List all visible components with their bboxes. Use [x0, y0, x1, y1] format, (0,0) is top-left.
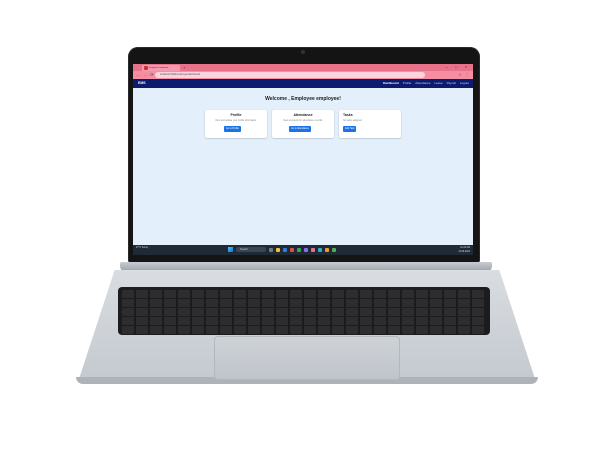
nav-payroll[interactable]: Payroll — [447, 79, 456, 88]
clock-date: 11-09-2024 — [458, 251, 470, 253]
nav-dashboard[interactable]: Dashboard — [383, 79, 399, 88]
app-navbar: EMS Dashboard Profile Attendance Leave P… — [133, 79, 473, 88]
app-brand[interactable]: EMS — [138, 79, 146, 88]
card-text: View and update your profile information… — [215, 120, 257, 122]
app-icon[interactable] — [332, 247, 336, 252]
file-explorer-icon[interactable] — [276, 247, 280, 252]
nav-leave[interactable]: Leave — [434, 79, 442, 88]
weather-temp: 27°C — [136, 247, 142, 249]
profile-card: Profile View and update your profile inf… — [205, 110, 267, 138]
edge-icon[interactable] — [283, 247, 287, 252]
nav-attendance[interactable]: Attendance — [415, 79, 430, 88]
weather-condition: Sunny — [141, 247, 149, 249]
card-text: View and apply for attendance records. — [283, 120, 323, 122]
favicon-icon — [144, 66, 148, 70]
keyboard — [118, 287, 490, 335]
nav-profile[interactable]: Profile — [403, 79, 412, 88]
key-row — [122, 290, 486, 298]
url-field[interactable]: localhost:5000/employee/dashboard — [155, 72, 425, 78]
app-icon[interactable] — [325, 247, 329, 252]
browser-tab-bar: Employee Dashboard + — ▢ ✕ — [133, 64, 473, 71]
webcam — [301, 50, 305, 54]
system-tray[interactable]: 10:24 AM 11-09-2024 — [458, 246, 470, 254]
tab-title: Employee Dashboard — [149, 67, 169, 69]
attendance-card: Attendance View and apply for attendance… — [272, 110, 334, 138]
window-controls[interactable]: — ▢ ✕ — [445, 65, 470, 69]
app-icon[interactable] — [318, 247, 322, 252]
taskbar-apps: Search — [228, 247, 336, 252]
go-to-profile-button[interactable]: Go to Profile — [224, 126, 241, 132]
start-icon[interactable] — [228, 247, 233, 252]
tasks-card: Tasks No tasks assigned. Add Task — [339, 110, 401, 138]
laptop-screen: Employee Dashboard + — ▢ ✕ ← → ⟳ localho… — [133, 64, 473, 255]
trackpad — [214, 336, 400, 380]
app-icon[interactable] — [311, 247, 315, 252]
card-title: Tasks — [343, 113, 353, 117]
browser-nav-icons[interactable]: ← → ⟳ — [136, 72, 155, 78]
nav-logout[interactable]: Logout — [460, 79, 469, 88]
weather-widget[interactable]: 27°C Sunny — [136, 246, 148, 250]
app-icon[interactable] — [297, 247, 301, 252]
laptop-lid: Employee Dashboard + — ▢ ✕ ← → ⟳ localho… — [128, 47, 480, 263]
taskbar-search[interactable]: Search — [236, 247, 266, 252]
card-title: Attendance — [293, 113, 313, 117]
task-view-icon[interactable] — [269, 247, 273, 252]
card-title: Profile — [230, 113, 242, 117]
address-bar-row: ← → ⟳ localhost:5000/employee/dashboard … — [133, 71, 473, 79]
welcome-heading: Welcome , Employee employee! — [265, 96, 341, 102]
key-row — [122, 299, 486, 307]
key-row — [122, 317, 486, 325]
app-icon[interactable] — [304, 247, 308, 252]
key-row — [122, 308, 486, 316]
chrome-icon[interactable] — [290, 247, 294, 252]
key-row — [122, 326, 486, 334]
windows-taskbar: 27°C Sunny Search 10:24 AM 11-09-2024 — [133, 245, 473, 255]
add-task-button[interactable]: Add Task — [343, 126, 357, 132]
new-tab-button[interactable]: + — [183, 65, 185, 70]
nav-links: Dashboard Profile Attendance Leave Payro… — [383, 79, 469, 88]
extension-icons[interactable]: ☆ ⋮ — [458, 72, 470, 78]
card-text: No tasks assigned. — [343, 120, 363, 122]
go-to-attendance-button[interactable]: Go to Attendance — [289, 126, 311, 132]
